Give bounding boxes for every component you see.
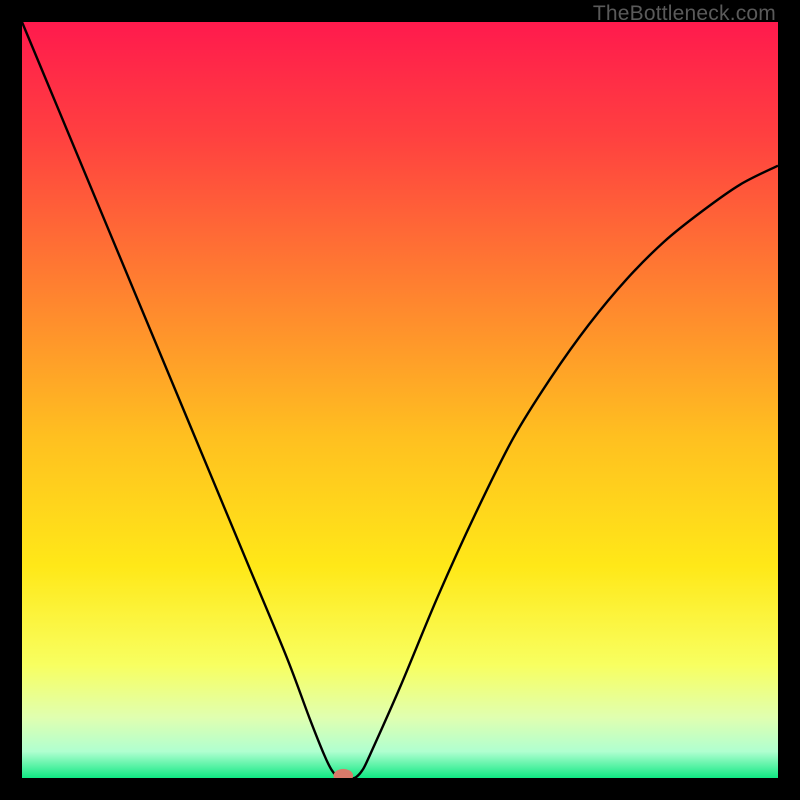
chart-container: TheBottleneck.com [0, 0, 800, 800]
gradient-background [22, 22, 778, 778]
chart-svg [22, 22, 778, 778]
plot-area [22, 22, 778, 778]
